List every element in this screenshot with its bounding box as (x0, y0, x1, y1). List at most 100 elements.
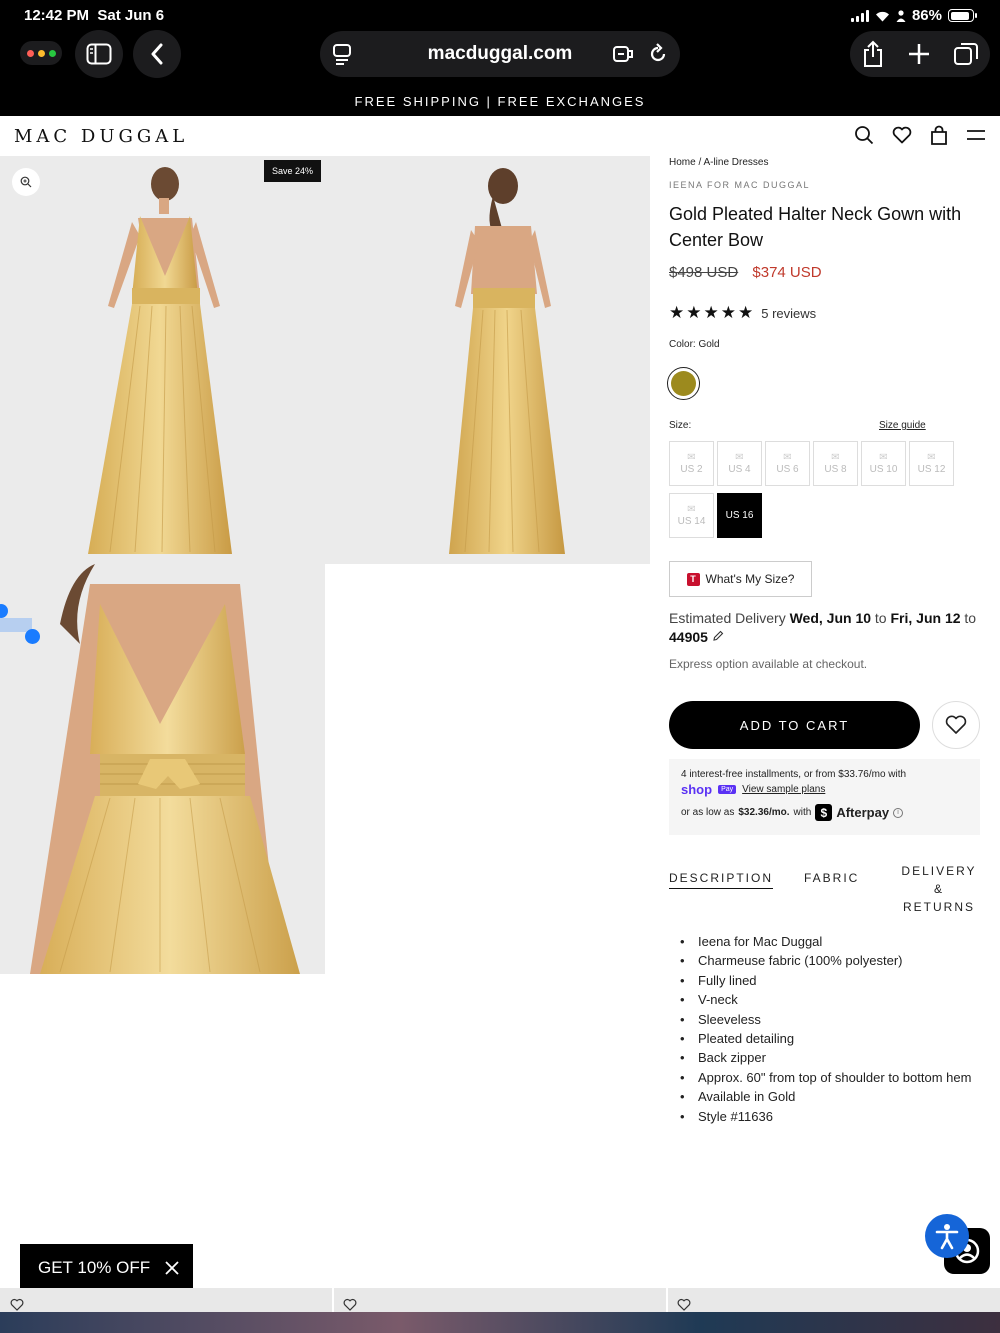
close-icon[interactable] (164, 1260, 180, 1276)
star-icon: ★ (669, 303, 685, 322)
list-item: Pleated detailing (680, 1029, 971, 1048)
notify-envelope-icon: ✉ (687, 504, 696, 515)
delivery-zip-prefix: to (964, 610, 977, 626)
tabs-overview-icon[interactable] (953, 41, 979, 67)
heart-icon[interactable] (10, 1298, 24, 1312)
notify-envelope-icon: ✉ (831, 452, 840, 463)
size-option-us12[interactable]: ✉ US 12 (909, 441, 954, 486)
tab-fabric[interactable]: FABRIC (804, 871, 859, 885)
discount-label: GET 10% OFF (38, 1257, 151, 1277)
whats-my-size-button[interactable]: T What's My Size? (669, 561, 812, 597)
size-option-us6[interactable]: ✉ US 6 (765, 441, 810, 486)
payment-options: 4 interest-free installments, or from $3… (669, 759, 980, 835)
size-option-us8[interactable]: ✉ US 8 (813, 441, 858, 486)
size-option-us10[interactable]: ✉ US 10 (861, 441, 906, 486)
afterpay-brand: Afterpay (836, 805, 890, 820)
product-image-front[interactable]: Save 24% (0, 156, 325, 564)
address-bar[interactable]: macduggal.com (320, 31, 680, 77)
list-item: Ieena for Mac Duggal (680, 932, 971, 951)
battery-percent: 86% (911, 7, 942, 24)
battery-icon (948, 9, 977, 22)
star-icon: ★ (738, 303, 754, 322)
edit-pencil-icon[interactable] (712, 630, 724, 642)
info-icon[interactable]: i (893, 807, 904, 818)
reload-icon[interactable] (648, 43, 668, 65)
size-text: US 2 (680, 464, 703, 475)
breadcrumb[interactable]: Home / A-line Dresses (669, 157, 768, 168)
size-option-us2[interactable]: ✉ US 2 (669, 441, 714, 486)
zoom-button[interactable] (12, 168, 40, 196)
notify-envelope-icon: ✉ (879, 452, 888, 463)
cart-bag-icon[interactable] (930, 125, 948, 145)
related-product-card[interactable] (334, 1288, 666, 1314)
zoom-in-icon (20, 176, 32, 188)
back-button[interactable] (133, 30, 181, 78)
view-sample-plans-link[interactable]: View sample plans (742, 784, 825, 795)
site-logo[interactable]: MAC DUGGAL (14, 126, 188, 147)
star-icon: ★ (686, 303, 702, 322)
related-product-card[interactable] (0, 1288, 332, 1314)
original-price: $498 USD (669, 264, 739, 281)
wifi-icon (875, 11, 889, 21)
chevron-left-icon (151, 43, 163, 65)
list-item: Charmeuse fabric (100% polyester) (680, 951, 971, 970)
swatch-fill (671, 371, 696, 396)
heart-icon (945, 715, 967, 734)
description-list: Ieena for Mac Duggal Charmeuse fabric (1… (680, 932, 971, 1126)
heart-icon[interactable] (343, 1298, 357, 1312)
delivery-prefix: Estimated Delivery (669, 610, 786, 626)
size-text: US 14 (677, 516, 706, 527)
save-badge: Save 24% (264, 160, 322, 182)
size-option-us14[interactable]: ✉ US 14 (669, 493, 714, 538)
discount-popup[interactable]: GET 10% OFF (20, 1244, 193, 1291)
size-guide-link[interactable]: Size guide (879, 420, 926, 431)
sidebar-toggle-button[interactable] (75, 30, 123, 78)
share-icon[interactable] (861, 40, 885, 68)
shop-pay-logo: shop (681, 782, 713, 797)
page-menu-icon[interactable] (332, 43, 352, 70)
list-item: Sleeveless (680, 1010, 971, 1029)
accessibility-icon (935, 1224, 959, 1250)
heart-icon[interactable] (677, 1298, 691, 1312)
extension-icon[interactable] (612, 43, 634, 65)
color-swatch-gold[interactable] (667, 367, 700, 400)
date-text: Sat Jun 6 (97, 7, 165, 24)
delivery-zip[interactable]: 44905 (669, 629, 708, 645)
size-text: US 12 (917, 464, 946, 475)
add-to-cart-button[interactable]: ADD TO CART (669, 701, 920, 749)
search-icon[interactable] (854, 125, 874, 145)
list-item: V-neck (680, 990, 971, 1009)
price-block: $498 USD $374 USD (669, 264, 822, 281)
product-image-detail[interactable] (0, 564, 325, 974)
size-option-us16[interactable]: US 16 (717, 493, 762, 538)
selection-handle-end[interactable] (25, 629, 40, 644)
star-icon: ★ (720, 303, 736, 322)
related-product-card[interactable] (668, 1288, 1000, 1314)
estimated-delivery: Estimated Delivery Wed, Jun 10 to Fri, J… (669, 609, 989, 647)
tab-description[interactable]: DESCRIPTION (669, 871, 774, 889)
notify-envelope-icon: ✉ (927, 452, 936, 463)
sale-price: $374 USD (752, 264, 822, 281)
window-controls-icon[interactable] (20, 41, 62, 65)
toolbar-actions (850, 31, 990, 77)
reviews-link[interactable]: 5 reviews (761, 306, 816, 321)
size-text: US 10 (869, 464, 898, 475)
device-wallpaper (0, 1312, 1000, 1333)
rating[interactable]: ★ ★ ★ ★ ★ 5 reviews (669, 303, 816, 323)
tab-delivery-returns[interactable]: DELIVERY & RETURNS (896, 862, 982, 916)
product-image-back[interactable] (325, 156, 650, 564)
new-tab-icon[interactable] (907, 42, 931, 66)
hamburger-menu-icon[interactable] (966, 125, 986, 145)
add-to-wishlist-button[interactable] (932, 701, 980, 749)
size-option-us4[interactable]: ✉ US 4 (717, 441, 762, 486)
promo-banner: FREE SHIPPING | FREE EXCHANGES (0, 84, 1000, 116)
size-text: US 16 (725, 510, 754, 521)
gown-back-illustration (449, 168, 565, 554)
accessibility-button[interactable] (925, 1214, 969, 1258)
status-time: 12:42 PM Sat Jun 6 (24, 7, 164, 24)
status-indicators: 86% (850, 7, 977, 24)
browser-toolbar: macduggal.com (0, 30, 1000, 84)
wishlist-heart-icon[interactable] (892, 125, 912, 145)
header-icons (854, 125, 986, 145)
whats-my-size-label: What's My Size? (705, 572, 795, 586)
